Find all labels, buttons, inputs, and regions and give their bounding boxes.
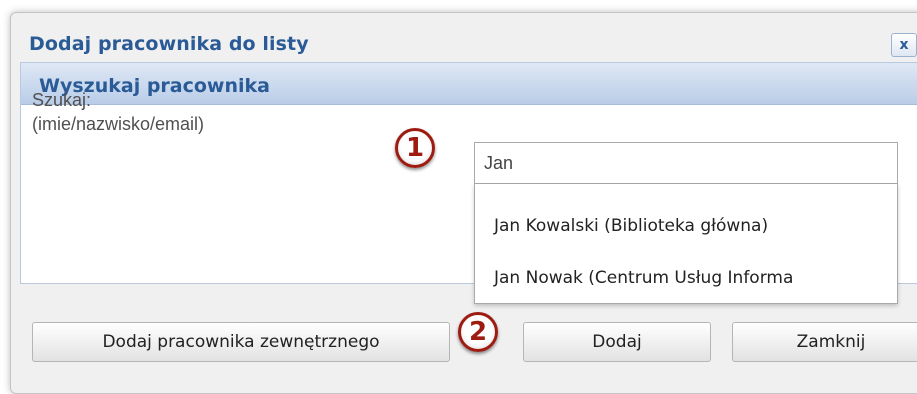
autocomplete-dropdown: Jan Kowalski (Biblioteka główna) Jan Now… [474, 184, 898, 304]
suggestion-item[interactable]: Jan Kowalski (Biblioteka główna) [494, 216, 768, 236]
dialog-title: Dodaj pracownika do listy [29, 33, 309, 55]
search-label: Szukaj: (imie/nazwisko/email) [32, 88, 204, 136]
add-external-employee-button[interactable]: Dodaj pracownika zewnętrznego [32, 322, 450, 362]
add-button[interactable]: Dodaj [523, 322, 711, 362]
search-input[interactable]: Jan [474, 142, 898, 184]
suggestion-item[interactable]: Jan Nowak (Centrum Usług Informa [494, 268, 793, 288]
step-1-badge: 1 [395, 128, 435, 168]
step-2-badge: 2 [458, 312, 498, 352]
close-button[interactable]: Zamknij [732, 322, 917, 362]
search-label-text: Szukaj: [32, 90, 92, 110]
search-label-hint: (imie/nazwisko/email) [32, 114, 205, 134]
close-dialog-button[interactable]: x [891, 33, 917, 57]
